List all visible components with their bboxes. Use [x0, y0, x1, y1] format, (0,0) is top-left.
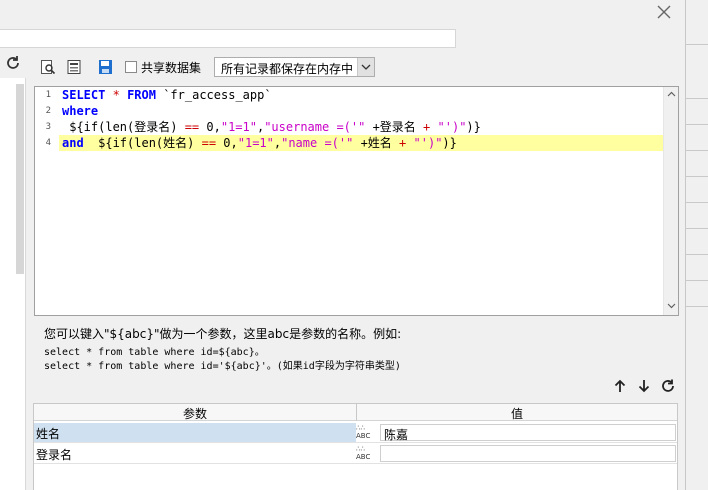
parameter-value-input[interactable]: [380, 445, 676, 462]
move-up-icon[interactable]: [612, 378, 628, 394]
code-token: SELECT: [62, 88, 106, 102]
share-dataset-label: 共享数据集: [141, 61, 202, 75]
side-panel-line: [686, 254, 708, 255]
code-token: +姓名: [353, 136, 400, 150]
line-number: 4: [45, 138, 51, 148]
refresh-icon[interactable]: [4, 54, 22, 72]
parameter-row[interactable]: 登录名 ∴∴ ABC: [34, 444, 677, 464]
code-token: )}: [466, 120, 481, 134]
parameter-example-2: select * from table where id='${abc}'。(如…: [44, 361, 401, 372]
line-number: 1: [45, 90, 51, 100]
code-token: "')": [413, 136, 443, 150]
code-token: `fr_access_app`: [155, 88, 272, 102]
parameter-table: 参数 值 姓名 ∴∴ ABC 陈嘉 登录名 ∴∴ ABC: [33, 403, 678, 490]
side-panel-line: [686, 176, 708, 177]
parameter-row[interactable]: 姓名 ∴∴ ABC 陈嘉: [34, 423, 677, 443]
code-token: and: [62, 136, 84, 150]
column-header-value: 值: [510, 407, 523, 421]
code-token: 0,: [199, 120, 221, 134]
scroll-down-icon[interactable]: [667, 303, 676, 309]
code-line[interactable]: where: [62, 103, 98, 119]
parameter-hint: 您可以键入"${abc}"做为一个参数，这里abc是参数的名称。例如:: [44, 327, 402, 341]
code-token: ${if(len(登录名): [62, 120, 185, 134]
side-panel-line: [686, 98, 708, 99]
side-panel-line: [686, 306, 708, 307]
dataset-name-input[interactable]: [0, 29, 456, 48]
side-panel-line: [686, 124, 708, 125]
code-token: ${if(len(姓名): [83, 136, 202, 150]
chevron-down-icon[interactable]: [357, 58, 374, 76]
right-side-panel: [685, 0, 708, 490]
code-token: where: [62, 104, 99, 118]
share-dataset-checkbox[interactable]: [125, 61, 137, 73]
side-panel-line: [686, 280, 708, 281]
side-panel-line: [686, 44, 708, 45]
code-line[interactable]: SELECT * FROM `fr_access_app`: [62, 87, 272, 103]
parameter-example-1: select * from table where id=${abc}。: [44, 347, 265, 358]
code-line[interactable]: and ${if(len(姓名) == 0,"1=1","name =('" +…: [62, 135, 457, 151]
memory-mode-value: 所有记录都保存在内存中: [221, 62, 354, 76]
save-icon[interactable]: [98, 59, 114, 75]
line-number: 3: [45, 122, 51, 132]
code-line[interactable]: ${if(len(登录名) == 0,"1=1","username =('" …: [62, 119, 481, 135]
scroll-up-icon[interactable]: [667, 91, 676, 97]
code-token: "name =('": [281, 136, 354, 150]
code-token: "1=1": [220, 120, 257, 134]
parameter-value-input[interactable]: 陈嘉: [380, 424, 676, 442]
code-token: "')": [437, 120, 467, 134]
parameter-table-header: 参数 值: [34, 404, 677, 421]
parameter-name: 登录名: [36, 448, 73, 462]
parameter-name: 姓名: [34, 423, 356, 442]
sql-editor[interactable]: 1234 SELECT * FROM `fr_access_app` where …: [34, 86, 679, 316]
side-panel-line: [686, 202, 708, 203]
side-panel-line: [686, 228, 708, 229]
memory-mode-select[interactable]: 所有记录都保存在内存中: [214, 57, 375, 77]
text-type-icon[interactable]: ∴∴ ABC: [356, 424, 378, 441]
refresh-params-icon[interactable]: [660, 378, 676, 394]
code-token: )}: [442, 136, 457, 150]
code-token: *: [112, 88, 120, 102]
editor-scrollbar[interactable]: [663, 87, 678, 315]
move-down-icon[interactable]: [636, 378, 652, 394]
code-token: "1=1": [237, 136, 274, 150]
column-header-name: 参数: [182, 407, 207, 421]
code-token: 0,: [216, 136, 238, 150]
left-scrollbar-thumb[interactable]: [16, 84, 24, 274]
side-panel-line: [686, 150, 708, 151]
code-token: +登录名: [365, 120, 424, 134]
code-token: ==: [201, 136, 217, 150]
close-icon[interactable]: [655, 3, 673, 21]
code-token: ==: [184, 120, 200, 134]
code-token: FROM: [127, 88, 156, 102]
code-token: "username =('": [264, 120, 366, 134]
text-type-icon[interactable]: ∴∴ ABC: [356, 445, 378, 462]
line-number: 2: [45, 106, 51, 116]
preview-icon[interactable]: [40, 59, 56, 75]
database-icon[interactable]: [66, 59, 82, 75]
